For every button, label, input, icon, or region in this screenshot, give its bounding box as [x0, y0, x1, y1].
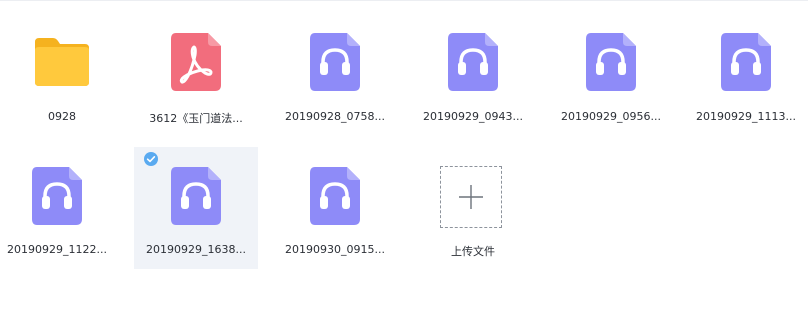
file-name: 3612《玉门道法...: [149, 112, 243, 125]
file-name: 20190929_0956...: [561, 110, 661, 123]
file-tile-audio[interactable]: 20190929_1122...: [0, 147, 119, 269]
file-tile-audio[interactable]: 20190928_0758...: [273, 10, 397, 132]
file-grid: 0928 3612《玉门道法... 20190928_0758... 20190…: [0, 0, 808, 327]
file-tile-pdf[interactable]: 3612《玉门道法...: [134, 10, 258, 132]
file-name: 20190930_0915...: [285, 243, 385, 256]
file-tile-folder-0928[interactable]: 0928: [0, 10, 124, 132]
upload-label: 上传文件: [451, 245, 495, 258]
audio-file-icon: [586, 33, 636, 91]
audio-file-icon: [310, 167, 360, 225]
file-tile-audio[interactable]: 20190929_0943...: [411, 10, 535, 132]
audio-file-icon: [32, 167, 82, 225]
audio-file-icon: [310, 33, 360, 91]
audio-file-icon: [171, 167, 221, 225]
pdf-icon: [171, 33, 221, 91]
audio-file-icon: [721, 33, 771, 91]
file-tile-audio[interactable]: 20190930_0915...: [273, 147, 397, 269]
file-name: 20190928_0758...: [285, 110, 385, 123]
folder-icon: [35, 38, 89, 86]
file-name: 0928: [48, 110, 76, 123]
audio-file-icon: [448, 33, 498, 91]
file-name: 20190929_0943...: [423, 110, 523, 123]
file-tile-audio[interactable]: 20190929_0956...: [549, 10, 673, 132]
file-name: 20190929_1122...: [7, 243, 107, 256]
checkmark-icon[interactable]: [144, 152, 158, 166]
file-tile-audio[interactable]: 20190929_1113...: [684, 10, 808, 132]
upload-file-tile[interactable]: 上传文件: [411, 147, 535, 269]
upload-button[interactable]: [440, 166, 502, 228]
file-name: 20190929_1113...: [696, 110, 796, 123]
plus-icon: [459, 185, 483, 209]
file-name: 20190929_1638...: [146, 243, 246, 256]
file-tile-audio-selected[interactable]: 20190929_1638...: [134, 147, 258, 269]
